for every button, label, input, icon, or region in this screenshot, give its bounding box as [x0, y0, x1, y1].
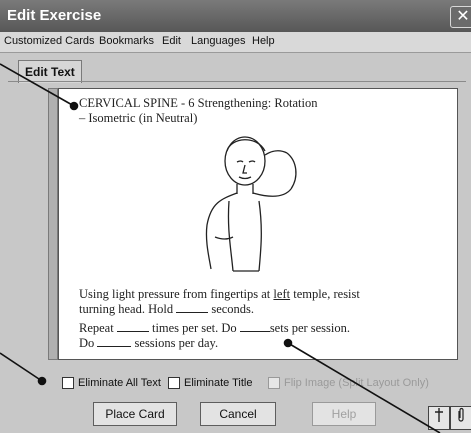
flip-image-checkbox: [268, 377, 280, 389]
instruction-line-3: Repeat times per set. Do sets per sessio…: [79, 321, 350, 336]
instruction-text: sessions per day.: [131, 336, 219, 350]
pin-icon: [435, 408, 443, 422]
instruction-text: seconds.: [208, 302, 255, 316]
instruction-text: Using light pressure from fingertips at: [79, 287, 274, 301]
paperclip-icon: [458, 407, 464, 422]
flip-image-label: Flip Image (Split Layout Only): [284, 377, 429, 389]
vertical-scrollbar[interactable]: [48, 88, 58, 360]
instruction-text: Repeat: [79, 321, 117, 335]
instruction-text: turning head. Hold: [79, 302, 177, 316]
eliminate-all-text-option[interactable]: Eliminate All Text: [62, 377, 161, 389]
menu-help[interactable]: Help: [252, 35, 275, 47]
repeat-times-blank[interactable]: [116, 321, 149, 332]
window-title: Edit Exercise: [7, 7, 102, 24]
instruction-text: times per set. Do: [148, 321, 240, 335]
eliminate-title-label: Eliminate Title: [184, 377, 253, 389]
tab-edit-text[interactable]: Edit Text: [18, 60, 82, 83]
instruction-text: temple, resist: [290, 287, 360, 301]
close-button[interactable]: ✕: [450, 6, 471, 28]
edit-exercise-window: Edit Exercise ✕ Customized Cards Bookmar…: [0, 0, 471, 433]
instruction-line-4: Do sessions per day.: [79, 336, 218, 351]
menu-languages[interactable]: Languages: [191, 35, 245, 47]
exercise-illustration: [205, 136, 297, 272]
close-icon: ✕: [456, 8, 470, 25]
menu-customized-cards[interactable]: Customized Cards: [4, 35, 94, 47]
exercise-card[interactable]: CERVICAL SPINE - 6 Strengthening: Rotati…: [58, 88, 458, 360]
instruction-side: left: [273, 287, 291, 301]
title-bar: Edit Exercise ✕: [0, 0, 471, 32]
menu-edit[interactable]: Edit: [162, 35, 181, 47]
instruction-line-2: turning head. Hold seconds.: [79, 302, 254, 317]
menu-bar: Customized Cards Bookmarks Edit Language…: [0, 32, 471, 53]
card-title: CERVICAL SPINE - 6 Strengthening: Rotati…: [79, 96, 318, 110]
place-card-button[interactable]: Place Card: [93, 402, 177, 426]
pin-button[interactable]: [428, 406, 450, 430]
sets-blank[interactable]: [239, 321, 270, 332]
eliminate-title-checkbox[interactable]: [168, 377, 180, 389]
tab-divider: [8, 81, 466, 82]
hold-seconds-blank[interactable]: [176, 302, 209, 313]
eliminate-all-text-label: Eliminate All Text: [78, 377, 161, 389]
cancel-button[interactable]: Cancel: [200, 402, 276, 426]
eliminate-title-option[interactable]: Eliminate Title: [168, 377, 252, 389]
help-button: Help: [312, 402, 376, 426]
eliminate-all-text-checkbox[interactable]: [62, 377, 74, 389]
sessions-blank[interactable]: [97, 336, 132, 347]
instruction-text: sets per session.: [269, 321, 351, 335]
card-subtitle: – Isometric (in Neutral): [79, 111, 198, 125]
flip-image-option: Flip Image (Split Layout Only): [268, 377, 429, 389]
menu-bookmarks[interactable]: Bookmarks: [99, 35, 154, 47]
instruction-line-1: Using light pressure from fingertips at …: [79, 287, 360, 302]
instruction-text: Do: [79, 336, 98, 350]
clip-button[interactable]: [450, 406, 471, 430]
